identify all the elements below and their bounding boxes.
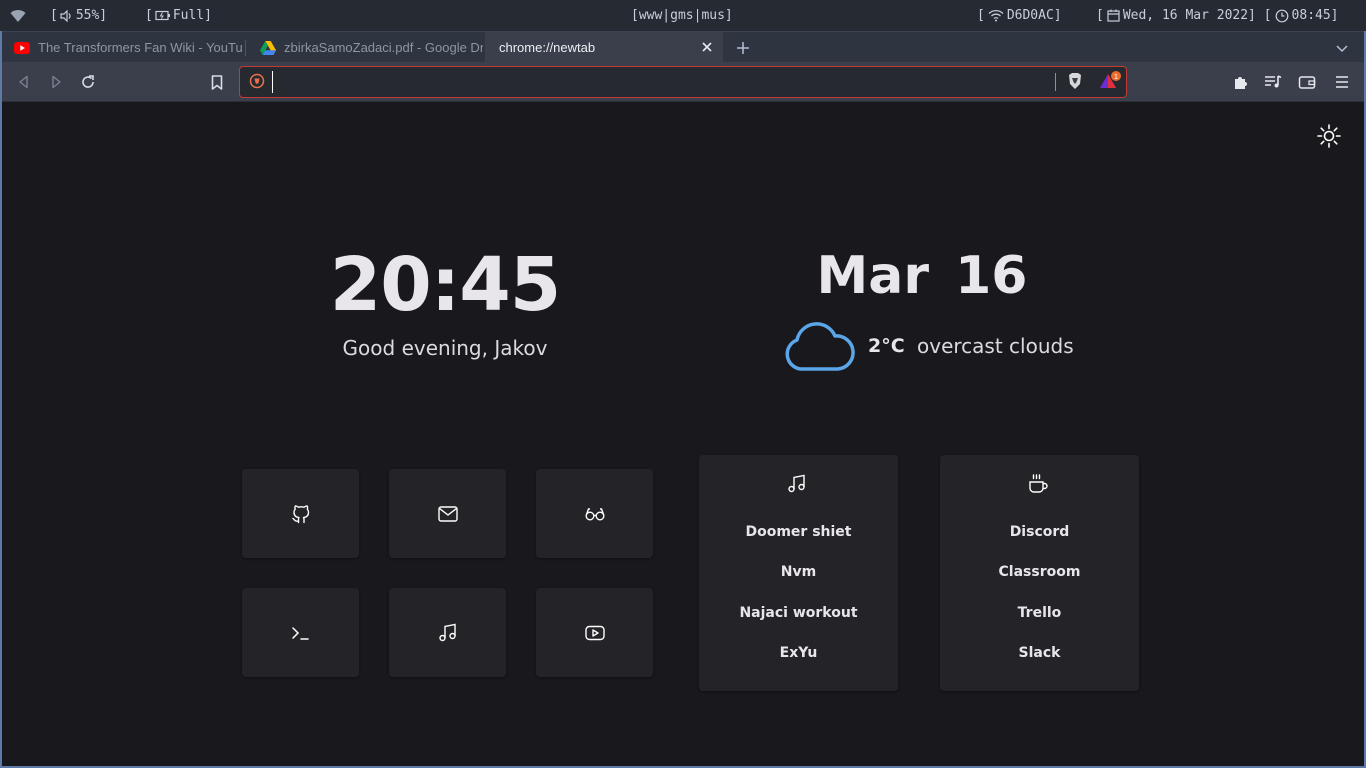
tab-label: zbirkaSamoZadaci.pdf - Google Drive bbox=[284, 40, 483, 55]
address-bar[interactable]: 1 bbox=[239, 66, 1127, 98]
clock: 20:45 bbox=[329, 242, 562, 328]
media-queue-button[interactable] bbox=[1261, 70, 1285, 94]
shortcut-mail[interactable] bbox=[389, 469, 506, 558]
brave-rewards-icon[interactable]: 1 bbox=[1099, 71, 1121, 91]
volume-text: 55%] bbox=[75, 8, 108, 23]
battery-icon bbox=[155, 10, 171, 21]
plus-icon bbox=[737, 42, 749, 54]
theme-toggle-button[interactable] bbox=[1316, 123, 1342, 149]
tab-youtube[interactable]: The Transformers Fan Wiki - YouTube bbox=[0, 32, 242, 63]
wifi-icon bbox=[988, 9, 1004, 22]
shortcut-glasses[interactable] bbox=[536, 469, 653, 558]
back-button[interactable] bbox=[12, 70, 36, 94]
system-status-bar: [ 55%] [ Full] [www|gms|mus] [ D6D0AC] [… bbox=[0, 0, 1366, 31]
mail-icon bbox=[437, 505, 458, 522]
google-drive-icon bbox=[260, 40, 276, 56]
forward-arrow-icon bbox=[52, 75, 61, 89]
speaker-icon bbox=[60, 9, 74, 22]
extensions-button[interactable] bbox=[1229, 70, 1253, 94]
coffee-icon bbox=[1028, 474, 1050, 496]
link-discord[interactable]: Discord bbox=[940, 524, 1139, 540]
back-arrow-icon bbox=[19, 75, 28, 89]
cloud-icon bbox=[783, 317, 855, 373]
link-najaci-workout[interactable]: Najaci workout bbox=[699, 605, 898, 621]
clock-icon bbox=[1275, 9, 1289, 23]
window-border-left bbox=[0, 31, 2, 768]
new-tab-page: 20:45 Good evening, Jakov Mar 16 2°C ove… bbox=[2, 103, 1364, 766]
wallet-button[interactable] bbox=[1295, 70, 1319, 94]
tab-label: chrome://newtab bbox=[499, 40, 596, 55]
music-icon bbox=[787, 474, 809, 496]
network-name: D6D0AC] bbox=[1006, 8, 1062, 23]
omnibox-divider bbox=[1055, 73, 1056, 91]
greeting: Good evening, Jakov bbox=[342, 336, 548, 360]
address-input[interactable] bbox=[272, 71, 1052, 93]
tab-google-drive[interactable]: zbirkaSamoZadaci.pdf - Google Drive bbox=[246, 32, 483, 63]
battery-indicator: [ Full] bbox=[145, 0, 212, 31]
tab-label: The Transformers Fan Wiki - YouTube bbox=[38, 40, 242, 55]
forward-button[interactable] bbox=[44, 70, 68, 94]
date-text: Wed, 16 Mar 2022] [ bbox=[1122, 8, 1272, 23]
volume-indicator: [ 55%] bbox=[50, 0, 107, 31]
link-slack[interactable]: Slack bbox=[940, 645, 1139, 661]
svg-text:1: 1 bbox=[1114, 73, 1118, 81]
music-icon bbox=[438, 623, 456, 641]
link-card-work: Discord Classroom Trello Slack bbox=[940, 455, 1139, 691]
shortcut-youtube[interactable] bbox=[536, 588, 653, 677]
wallet-icon bbox=[1298, 76, 1316, 89]
link-classroom[interactable]: Classroom bbox=[940, 564, 1139, 580]
terminal-icon bbox=[291, 626, 309, 640]
youtube-icon bbox=[14, 40, 30, 56]
tab-newtab[interactable]: chrome://newtab bbox=[485, 32, 723, 63]
date: Mar 16 bbox=[816, 246, 1028, 306]
bookmark-icon bbox=[211, 74, 223, 90]
brave-shields-icon[interactable] bbox=[1066, 72, 1084, 90]
shortcut-github[interactable] bbox=[242, 469, 359, 558]
tab-strip: The Transformers Fan Wiki - YouTube zbir… bbox=[0, 31, 1366, 63]
shortcut-music[interactable] bbox=[389, 588, 506, 677]
link-doomer-shiet[interactable]: Doomer shiet bbox=[699, 524, 898, 540]
menu-button[interactable] bbox=[1330, 70, 1354, 94]
time-text: 08:45] bbox=[1291, 8, 1339, 23]
wifi-icon bbox=[10, 0, 26, 31]
link-nvm[interactable]: Nvm bbox=[699, 564, 898, 580]
reload-icon bbox=[82, 75, 94, 88]
playlist-icon bbox=[1265, 75, 1282, 88]
new-tab-button[interactable] bbox=[734, 39, 752, 57]
youtube-icon bbox=[584, 625, 605, 640]
close-tab-icon[interactable] bbox=[699, 39, 715, 55]
browser-toolbar: 1 bbox=[0, 62, 1366, 102]
chevron-down-icon bbox=[1336, 45, 1348, 53]
brave-search-icon bbox=[249, 73, 265, 89]
hamburger-menu-icon bbox=[1336, 76, 1348, 88]
weather-description: overcast clouds bbox=[917, 334, 1074, 358]
github-icon bbox=[291, 504, 309, 523]
puzzle-icon bbox=[1235, 77, 1247, 89]
link-exyu[interactable]: ExYu bbox=[699, 645, 898, 661]
link-trello[interactable]: Trello bbox=[940, 605, 1139, 621]
temperature: 2°C bbox=[868, 335, 905, 357]
date-indicator: [ Wed, 16 Mar 2022] [ 08:45] bbox=[1096, 0, 1339, 31]
workspace-indicator[interactable]: [www|gms|mus] bbox=[631, 0, 733, 31]
calendar-icon bbox=[1107, 9, 1120, 22]
network-indicator: [ D6D0AC] bbox=[977, 0, 1062, 31]
tab-search-button[interactable] bbox=[1334, 40, 1350, 56]
bookmark-button[interactable] bbox=[205, 70, 229, 94]
shortcut-terminal[interactable] bbox=[242, 588, 359, 677]
battery-text: Full] bbox=[172, 8, 212, 23]
reload-button[interactable] bbox=[76, 70, 100, 94]
glasses-icon bbox=[585, 507, 604, 520]
sun-icon bbox=[1317, 124, 1341, 148]
link-card-music: Doomer shiet Nvm Najaci workout ExYu bbox=[699, 455, 898, 691]
